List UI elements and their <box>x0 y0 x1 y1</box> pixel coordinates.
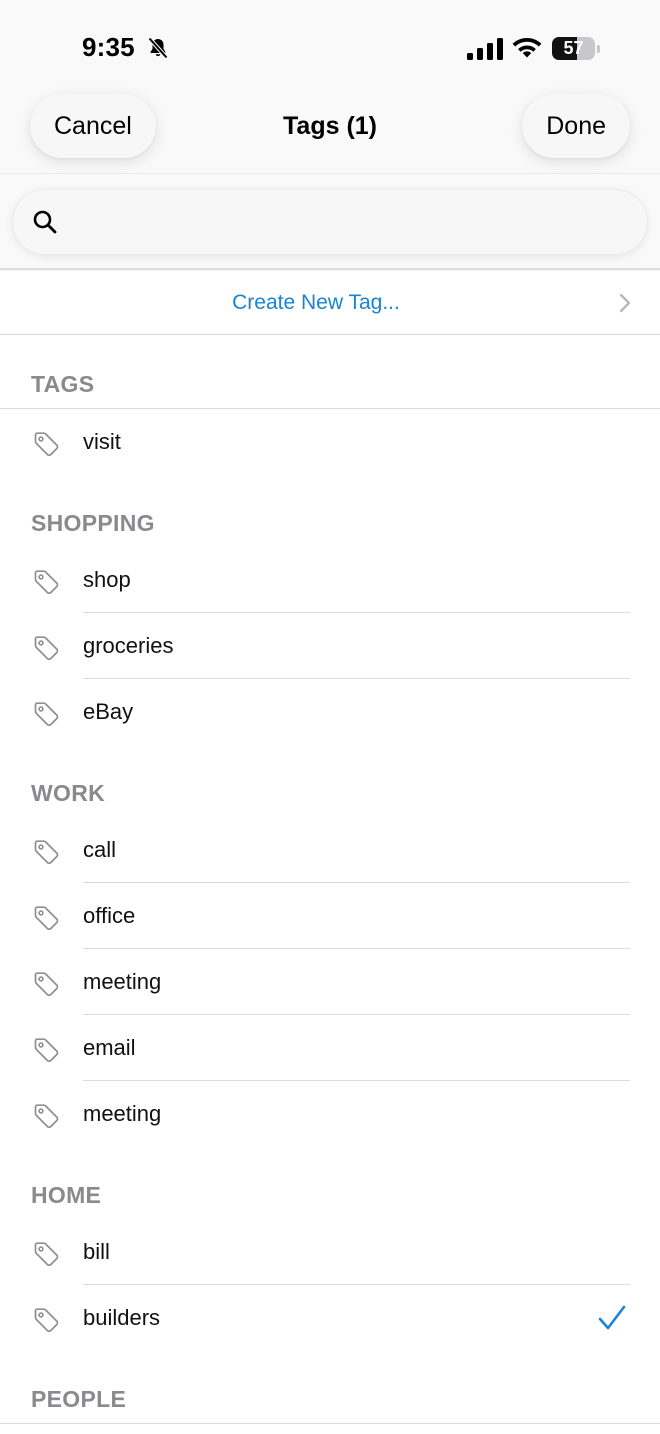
tag-row-shop[interactable]: shop <box>0 547 660 613</box>
section-header-people: PEOPLE <box>0 1350 660 1424</box>
battery-level: 57 <box>563 38 584 58</box>
tag-icon <box>34 1104 59 1129</box>
search-input[interactable] <box>74 189 634 255</box>
tag-label: office <box>83 903 136 928</box>
section-header-tags: TAGS <box>0 335 660 409</box>
create-new-tag-label: Create New Tag... <box>232 291 400 314</box>
search-icon <box>33 210 57 234</box>
cellular-signal-icon <box>467 38 503 60</box>
section-title: SHOPPING <box>31 510 155 536</box>
status-time: 9:35 <box>82 32 135 62</box>
tag-label: builders <box>83 1305 161 1330</box>
tag-icon <box>34 1308 59 1333</box>
tag-icon <box>34 972 59 997</box>
tag-label: eBay <box>83 699 134 724</box>
section-header-work: WORK <box>0 744 660 818</box>
tag-label: bill <box>83 1239 110 1264</box>
tag-icon <box>34 432 59 457</box>
tag-label: shop <box>83 567 131 592</box>
wifi-icon <box>512 38 542 58</box>
tag-icon <box>34 702 59 727</box>
section-title: TAGS <box>31 371 95 397</box>
tag-row-call[interactable]: call <box>0 817 660 883</box>
tag-row-email[interactable]: email <box>0 1015 660 1081</box>
section-header-home: HOME <box>0 1146 660 1220</box>
search-bar <box>0 174 660 270</box>
tag-label: call <box>83 837 117 862</box>
tag-label: meeting <box>83 1101 162 1126</box>
tag-row-builders[interactable]: builders <box>0 1285 660 1351</box>
tag-icon <box>34 906 59 931</box>
tag-row-bill[interactable]: bill <box>0 1219 660 1285</box>
tag-row-groceries[interactable]: groceries <box>0 613 660 679</box>
tag-row-ebay[interactable]: eBay <box>0 679 660 745</box>
tag-label: email <box>83 1035 136 1060</box>
checkmark-icon <box>598 1305 626 1330</box>
done-button[interactable]: Done <box>522 94 630 158</box>
search-field[interactable] <box>12 189 648 255</box>
tag-icon <box>34 840 59 865</box>
tag-label: visit <box>83 429 121 454</box>
battery-icon: 57 <box>552 37 600 60</box>
tag-row-partial[interactable] <box>0 1424 660 1434</box>
chevron-right-icon <box>619 293 631 313</box>
tag-icon <box>34 1242 59 1267</box>
section-title: WORK <box>31 780 106 806</box>
section-title: PEOPLE <box>31 1386 127 1412</box>
tag-row-meeting[interactable]: meeting <box>0 949 660 1015</box>
bell-slash-icon <box>148 37 168 59</box>
tag-label: meeting <box>83 969 162 994</box>
tag-icon <box>34 1038 59 1063</box>
section-header-shopping: SHOPPING <box>0 474 660 548</box>
tag-row-office[interactable]: office <box>0 883 660 949</box>
tag-icon <box>34 636 59 661</box>
tag-row-visit[interactable]: visit <box>0 409 660 475</box>
tag-icon <box>34 570 59 595</box>
tag-label: groceries <box>83 633 174 658</box>
section-title: HOME <box>31 1182 102 1208</box>
create-new-tag-row[interactable]: Create New Tag... <box>0 271 660 335</box>
navigation-bar: Tags (1) Cancel Done <box>0 94 660 174</box>
cancel-button[interactable]: Cancel <box>30 94 156 158</box>
tag-row-meeting[interactable]: meeting <box>0 1081 660 1147</box>
status-bar: 9:35 57 <box>0 0 660 94</box>
